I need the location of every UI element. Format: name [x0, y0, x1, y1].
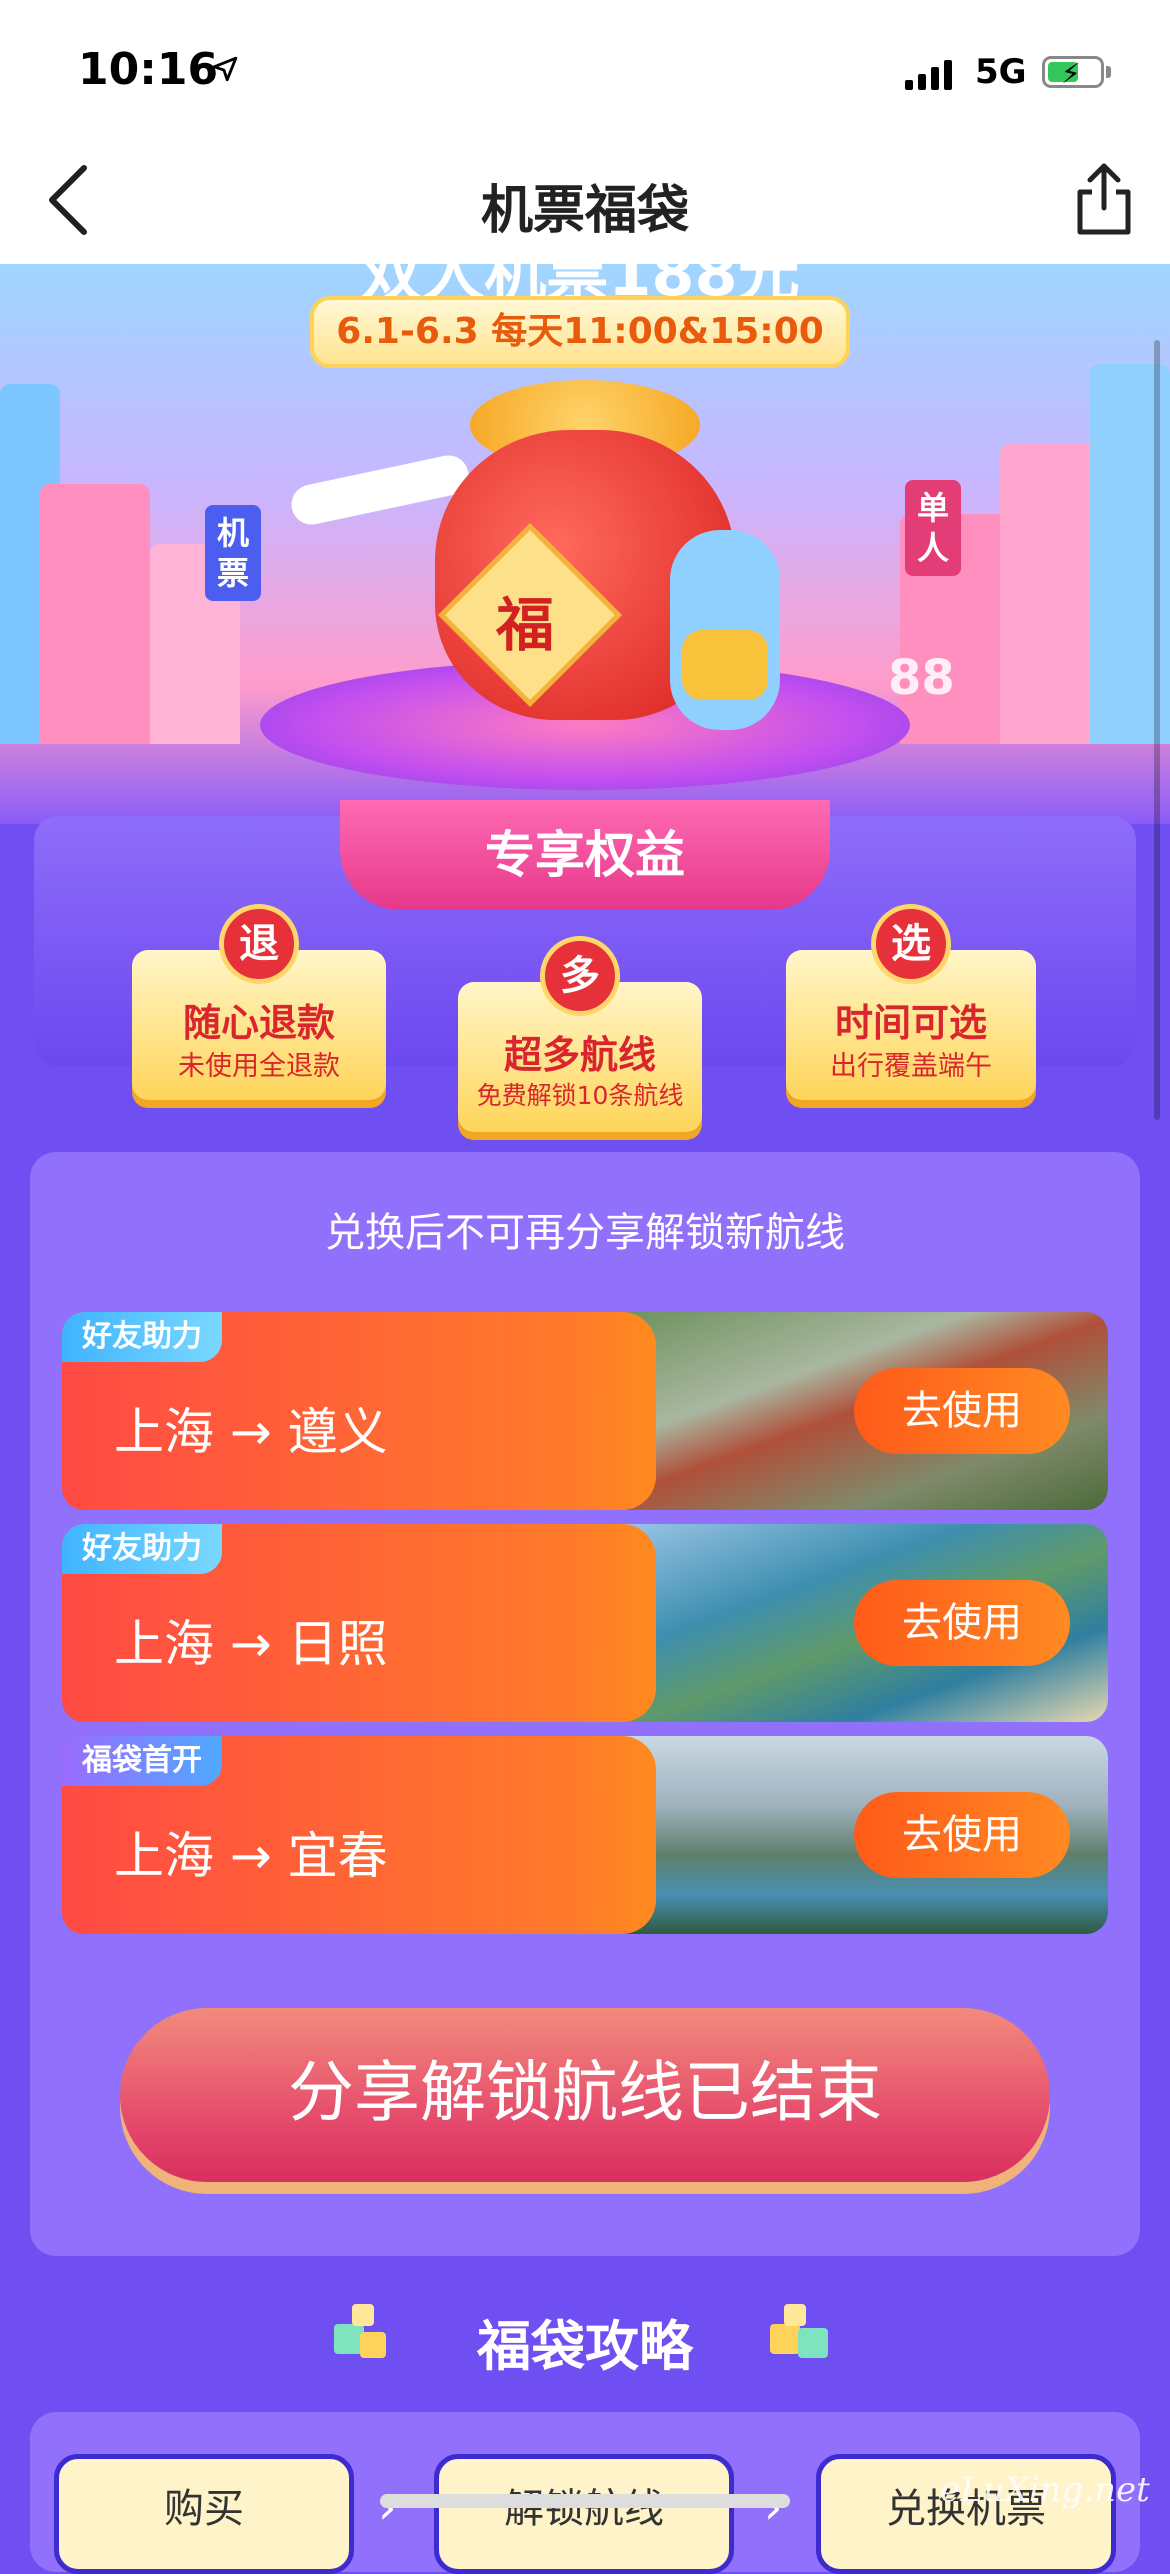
mascot-shirt: [682, 630, 768, 700]
perk-badge: 选: [871, 904, 951, 984]
perk-title: 超多航线: [503, 1033, 656, 1077]
perk-title: 随心退款: [182, 1001, 335, 1045]
status-time: 10:16: [78, 44, 219, 95]
location-arrow-icon: [212, 56, 238, 82]
route-name: 上海 → 日照: [114, 1615, 388, 1673]
use-button[interactable]: 去使用: [854, 1580, 1070, 1666]
battery-icon: ⚡: [1042, 56, 1104, 90]
route-name: 上海 → 遵义: [114, 1403, 388, 1461]
date-pill: 6.1-6.3 每天11:00&15:00: [310, 296, 850, 368]
sign-right: 单人: [905, 480, 961, 576]
use-button[interactable]: 去使用: [854, 1368, 1070, 1454]
watermark: eLuXing.net: [940, 2470, 1150, 2510]
guide-step: 解锁航线: [434, 2454, 734, 2574]
home-indicator[interactable]: [380, 2494, 790, 2508]
perk-card-routes: 多 超多航线 免费解锁10条航线: [458, 936, 702, 1132]
sign-left: 机票: [205, 505, 261, 601]
perk-subtitle: 出行覆盖端午: [830, 1051, 992, 1082]
perk-badge: 多: [540, 936, 620, 1016]
route-card: 好友助力 上海 → 遵义 去使用: [62, 1312, 1108, 1510]
routes-note: 兑换后不可再分享解锁新航线: [325, 1210, 845, 1256]
page-title: 机票福袋: [480, 181, 689, 241]
perk-subtitle: 免费解锁10条航线: [476, 1081, 684, 1110]
network-type: 5G: [975, 52, 1027, 92]
perk-badge: 退: [219, 904, 299, 984]
perk-card-time: 选 时间可选 出行覆盖端午: [786, 904, 1036, 1100]
route-tag: 好友助力: [62, 1524, 222, 1574]
perk-subtitle: 未使用全退款: [178, 1051, 340, 1082]
guide-step: 购买: [54, 2454, 354, 2574]
perks-title: 专享权益: [340, 800, 830, 910]
share-unlock-button[interactable]: 分享解锁航线已结束: [120, 2008, 1050, 2182]
share-icon[interactable]: [1072, 160, 1136, 238]
perk-card-refund: 退 随心退款 未使用全退款: [132, 904, 386, 1100]
scrollbar[interactable]: [1154, 340, 1160, 1120]
hero-headline: 双人机票188元: [300, 264, 860, 300]
fu-character: 福: [495, 591, 554, 659]
route-tag: 福袋首开: [62, 1736, 222, 1786]
route-card: 福袋首开 上海 → 宜春 去使用: [62, 1736, 1108, 1934]
route-card: 好友助力 上海 → 日照 去使用: [62, 1524, 1108, 1722]
signal-icon: [905, 58, 952, 90]
building-number: 88: [888, 650, 955, 706]
guide-title: 福袋攻略: [477, 2315, 693, 2378]
route-tag: 好友助力: [62, 1312, 222, 1362]
battery-cap: [1106, 66, 1111, 78]
route-name: 上海 → 宜春: [114, 1827, 388, 1885]
cube-decoration-icon: [770, 2304, 828, 2358]
use-button[interactable]: 去使用: [854, 1792, 1070, 1878]
perk-title: 时间可选: [834, 1001, 987, 1045]
